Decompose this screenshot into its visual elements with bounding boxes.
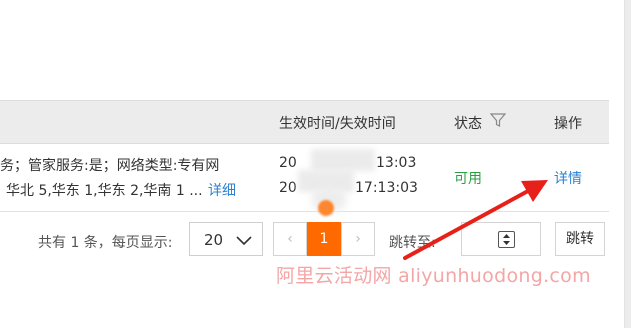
annotation-arrow <box>403 180 548 260</box>
scrollbar[interactable] <box>625 0 631 328</box>
table-panel: 生效时间/失效时间 状态 操作 务；管家服务:是；网络类型:专有网 华北 5,华… <box>0 0 625 328</box>
